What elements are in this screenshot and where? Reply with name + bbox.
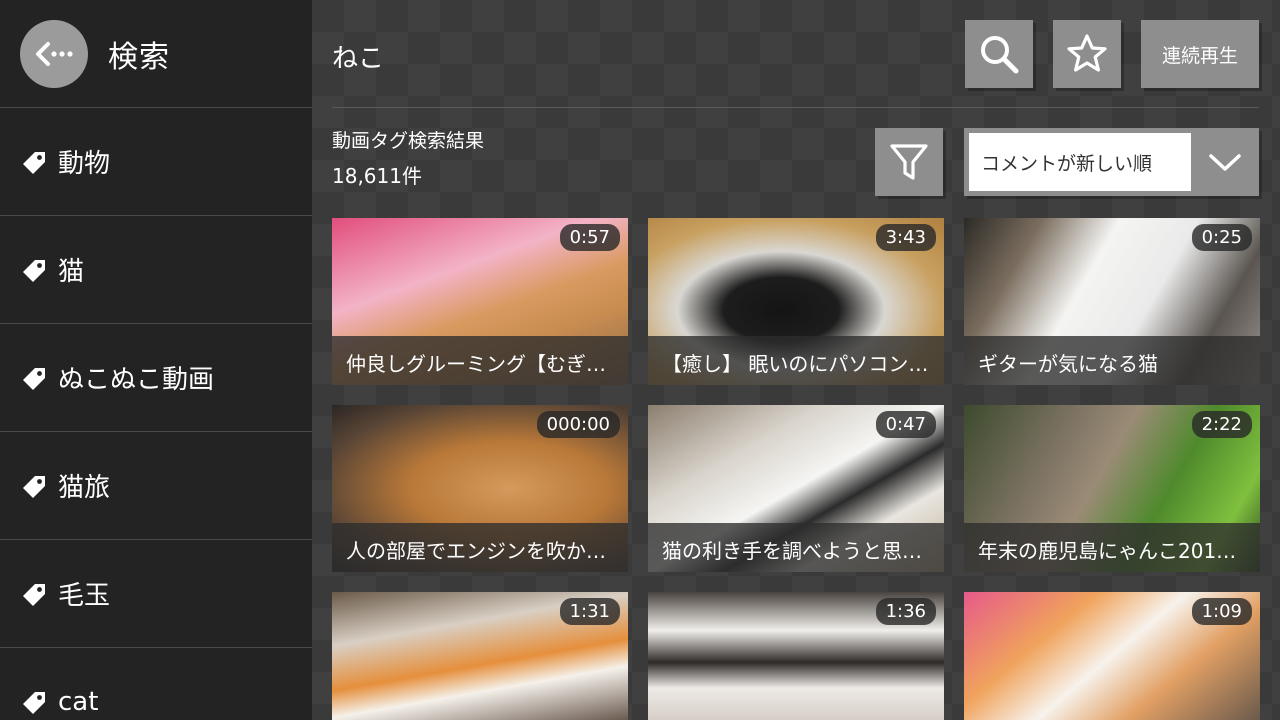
tag-icon — [18, 147, 48, 177]
main-content: ねこ 連続再生 動画タグ検索結果 18,611件 コメントが新しい順 0:57 … — [312, 0, 1280, 720]
video-card[interactable]: 0:57 仲良しグルーミング【むぎ… — [332, 218, 628, 385]
video-card[interactable]: 1:09 — [964, 592, 1260, 720]
sidebar-tag-label: 猫 — [58, 257, 85, 287]
sidebar-tag-item[interactable]: 動物 — [0, 108, 312, 216]
video-duration: 2:22 — [1191, 411, 1252, 438]
video-title: 年末の鹿児島にゃんこ201… — [964, 523, 1260, 572]
sidebar-tag-label: ぬこぬこ動画 — [58, 365, 215, 395]
video-title: ギターが気になる猫 — [964, 336, 1260, 385]
video-card[interactable]: 2:22 年末の鹿児島にゃんこ201… — [964, 405, 1260, 572]
video-title: 猫の利き手を調べようと思… — [648, 523, 944, 572]
video-card[interactable]: 1:36 — [648, 592, 944, 720]
sidebar-tag-label: 動物 — [58, 149, 111, 179]
page-title: 検索 — [108, 39, 170, 75]
sidebar-tag-label: cat — [58, 686, 99, 717]
video-duration: 0:25 — [1191, 224, 1252, 251]
search-icon — [981, 36, 1019, 74]
sidebar-tag-item[interactable]: 猫 — [0, 216, 312, 324]
favorite-button[interactable] — [1053, 20, 1121, 88]
sidebar: 検索 動物 猫 ぬこぬこ動画 猫旅 毛玉 cat — [0, 0, 312, 720]
search-query-title: ねこ — [332, 44, 385, 74]
sidebar-tag-item[interactable]: cat — [0, 648, 312, 720]
video-card[interactable]: 3:43 【癒し】 眠いのにパソコン… — [648, 218, 944, 385]
sidebar-tag-item[interactable]: ぬこぬこ動画 — [0, 324, 312, 432]
video-title: 人の部屋でエンジンを吹か… — [332, 523, 628, 572]
sort-dropdown[interactable]: コメントが新しい順 — [964, 128, 1259, 196]
result-count: 18,611件 — [332, 164, 422, 188]
result-title: 動画タグ検索結果 — [332, 130, 485, 152]
header-divider — [332, 107, 1259, 108]
video-duration: 0:47 — [875, 411, 936, 438]
tag-icon — [18, 363, 48, 393]
video-duration: 3:43 — [875, 224, 936, 251]
tag-icon — [18, 579, 48, 609]
video-title: 【癒し】 眠いのにパソコン… — [648, 336, 944, 385]
sidebar-tag-item[interactable]: 毛玉 — [0, 540, 312, 648]
video-duration: 0:57 — [559, 224, 620, 251]
tag-icon — [18, 687, 48, 717]
back-button[interactable] — [20, 19, 88, 88]
video-duration: 000:00 — [536, 411, 620, 438]
sidebar-tag-label: 猫旅 — [58, 473, 111, 503]
video-duration: 1:31 — [559, 598, 620, 625]
tag-icon — [18, 471, 48, 501]
continuous-play-button[interactable]: 連続再生 — [1141, 20, 1259, 88]
sort-selected-value: コメントが新しい順 — [969, 133, 1191, 191]
video-card[interactable]: 0:47 猫の利き手を調べようと思… — [648, 405, 944, 572]
video-duration: 1:36 — [875, 598, 936, 625]
sidebar-header: 検索 — [0, 0, 312, 108]
video-title: 仲良しグルーミング【むぎ… — [332, 336, 628, 385]
video-duration: 1:09 — [1191, 598, 1252, 625]
filter-button[interactable] — [875, 128, 943, 196]
chevron-down-icon — [1191, 150, 1259, 174]
sidebar-tag-item[interactable]: 猫旅 — [0, 432, 312, 540]
video-card[interactable]: 1:31 — [332, 592, 628, 720]
video-card[interactable]: 000:00 人の部屋でエンジンを吹か… — [332, 405, 628, 572]
back-arrow-icon — [36, 41, 73, 66]
tag-icon — [18, 255, 48, 285]
star-icon — [1067, 34, 1107, 72]
filter-icon — [890, 144, 928, 180]
sidebar-tag-label: 毛玉 — [58, 581, 111, 611]
video-card[interactable]: 0:25 ギターが気になる猫 — [964, 218, 1260, 385]
search-button[interactable] — [965, 20, 1033, 88]
